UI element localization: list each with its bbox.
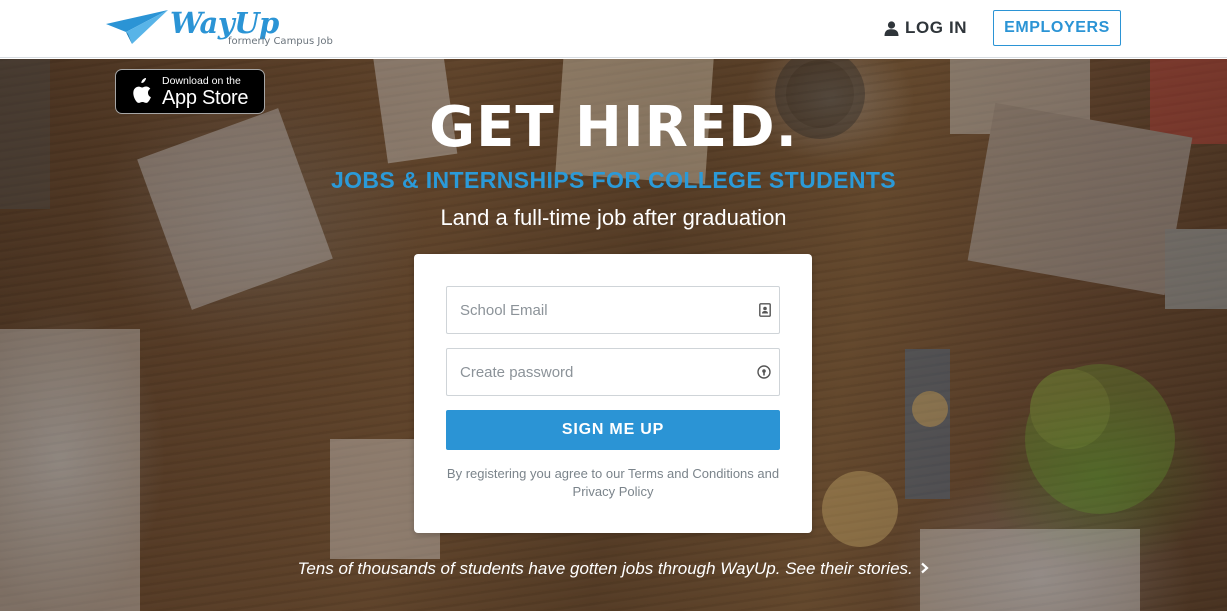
lock-icon <box>757 365 771 379</box>
app-store-small-text: Download on the <box>162 74 241 87</box>
employers-button[interactable]: EMPLOYERS <box>993 10 1121 46</box>
school-email-input[interactable] <box>447 287 737 333</box>
hero-tagline: JOBS & INTERNSHIPS FOR COLLEGE STUDENTS <box>330 167 897 193</box>
hero-headline: GET HIRED. <box>429 95 798 160</box>
brand-name: WayUp <box>170 6 279 40</box>
login-label: LOG IN <box>905 18 968 37</box>
user-icon <box>884 20 899 36</box>
hero-subtagline: Land a full-time job after graduation <box>440 205 787 230</box>
login-link[interactable]: LOG IN <box>884 17 967 39</box>
create-password-input[interactable] <box>447 349 737 395</box>
stories-text: Tens of thousands of students have gotte… <box>297 559 781 578</box>
sign-me-up-button[interactable]: SIGN ME UP <box>446 410 780 450</box>
signup-card: SIGN ME UP By registering you agree to o… <box>414 254 812 533</box>
password-field-wrapper <box>446 348 780 396</box>
see-stories-label: See their stories. <box>785 559 913 578</box>
hero-section: Download on the App Store GET HIRED. JOB… <box>0 59 1227 611</box>
stories-banner: Tens of thousands of students have gotte… <box>0 559 1227 579</box>
see-stories-link[interactable]: See their stories. <box>785 559 930 578</box>
paper-plane-icon <box>106 10 168 44</box>
legal-notice[interactable]: By registering you agree to our Terms an… <box>434 465 792 501</box>
contact-card-icon <box>759 303 771 317</box>
chevron-right-icon <box>921 562 930 574</box>
email-field-wrapper <box>446 286 780 334</box>
brand-subtitle: formerly Campus Job <box>228 36 333 47</box>
wayup-logo[interactable]: WayUp formerly Campus Job <box>106 6 336 52</box>
top-header: WayUp formerly Campus Job LOG IN EMPLOYE… <box>0 0 1227 58</box>
